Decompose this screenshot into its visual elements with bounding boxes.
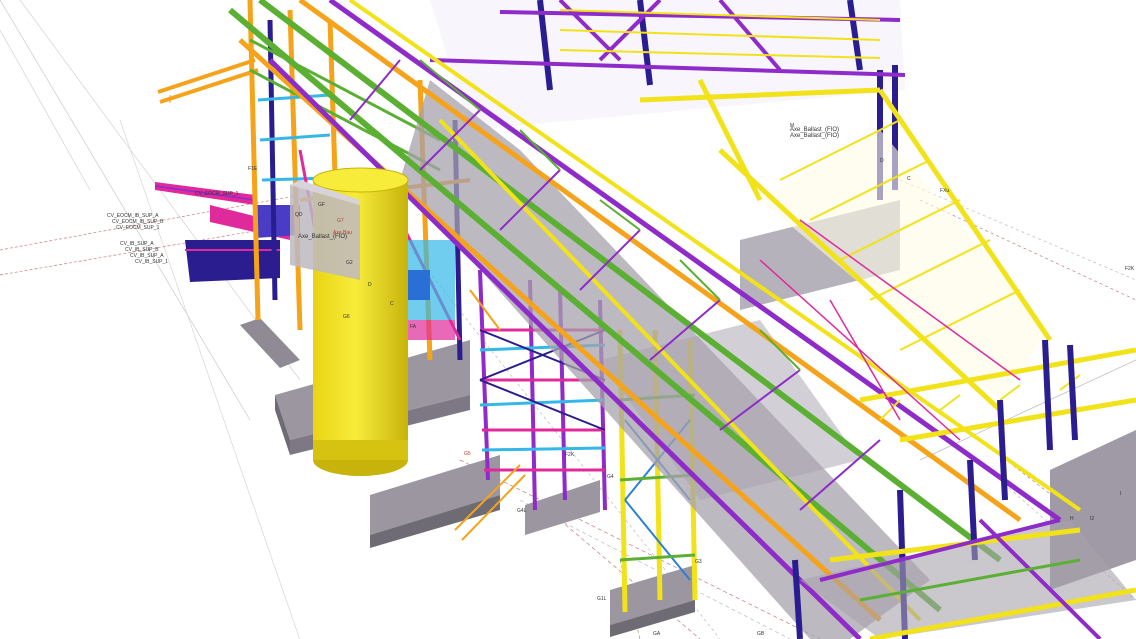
label-g6: G6 [343,314,350,320]
label-c: C [390,301,394,307]
label-i: I [1120,491,1121,497]
label-gf: GF [318,202,325,208]
label-fxu: FXu [940,188,949,194]
label-d: D [368,282,372,288]
magenta-conveyors [154,182,300,282]
label-g5: G5 [464,451,471,457]
label-axe-red: Axe Bau [333,230,352,236]
label-i2: I2 [1090,516,1094,522]
label-h: H [1070,516,1074,522]
label-g4l: G4L [517,508,527,514]
cad-3d-viewport[interactable]: CV_EOCM_IB_SUP_A CV_EOCM_IB_SUP_B CV_EOC… [0,0,1136,639]
label-f1e: F1E [248,166,258,172]
label-f2k-2: F2K [1125,266,1135,272]
label-cv-sup-7: CV_IB_SUP_1 [135,259,168,265]
label-qd: QD [295,212,303,218]
label-m: M [790,123,794,129]
label-f2k-1: F2K [565,452,575,458]
label-g4: G4 [607,474,614,480]
label-g7: G7 [337,218,344,224]
label-axe-rail-3: Axe_Ballast_(FIO) [790,133,839,139]
label-fa: FA [410,324,417,330]
label-gb: GB [757,631,765,637]
label-c2: C [907,176,911,182]
label-g2: G2 [346,260,353,266]
label-ga: GA [653,631,661,637]
label-cv-sup-8: CV_EOCM_SUP_1 [195,191,239,197]
orange-conveyor-arm [157,58,259,104]
label-cv-sup-3: CV_EOCM_SUP_1 [116,225,160,231]
label-d2: D [880,158,884,164]
label-g3: G3 [695,559,702,565]
steel-structure-render: CV_EOCM_IB_SUP_A CV_EOCM_IB_SUP_B CV_EOC… [0,0,1136,639]
label-g1l: G1L [597,596,607,602]
